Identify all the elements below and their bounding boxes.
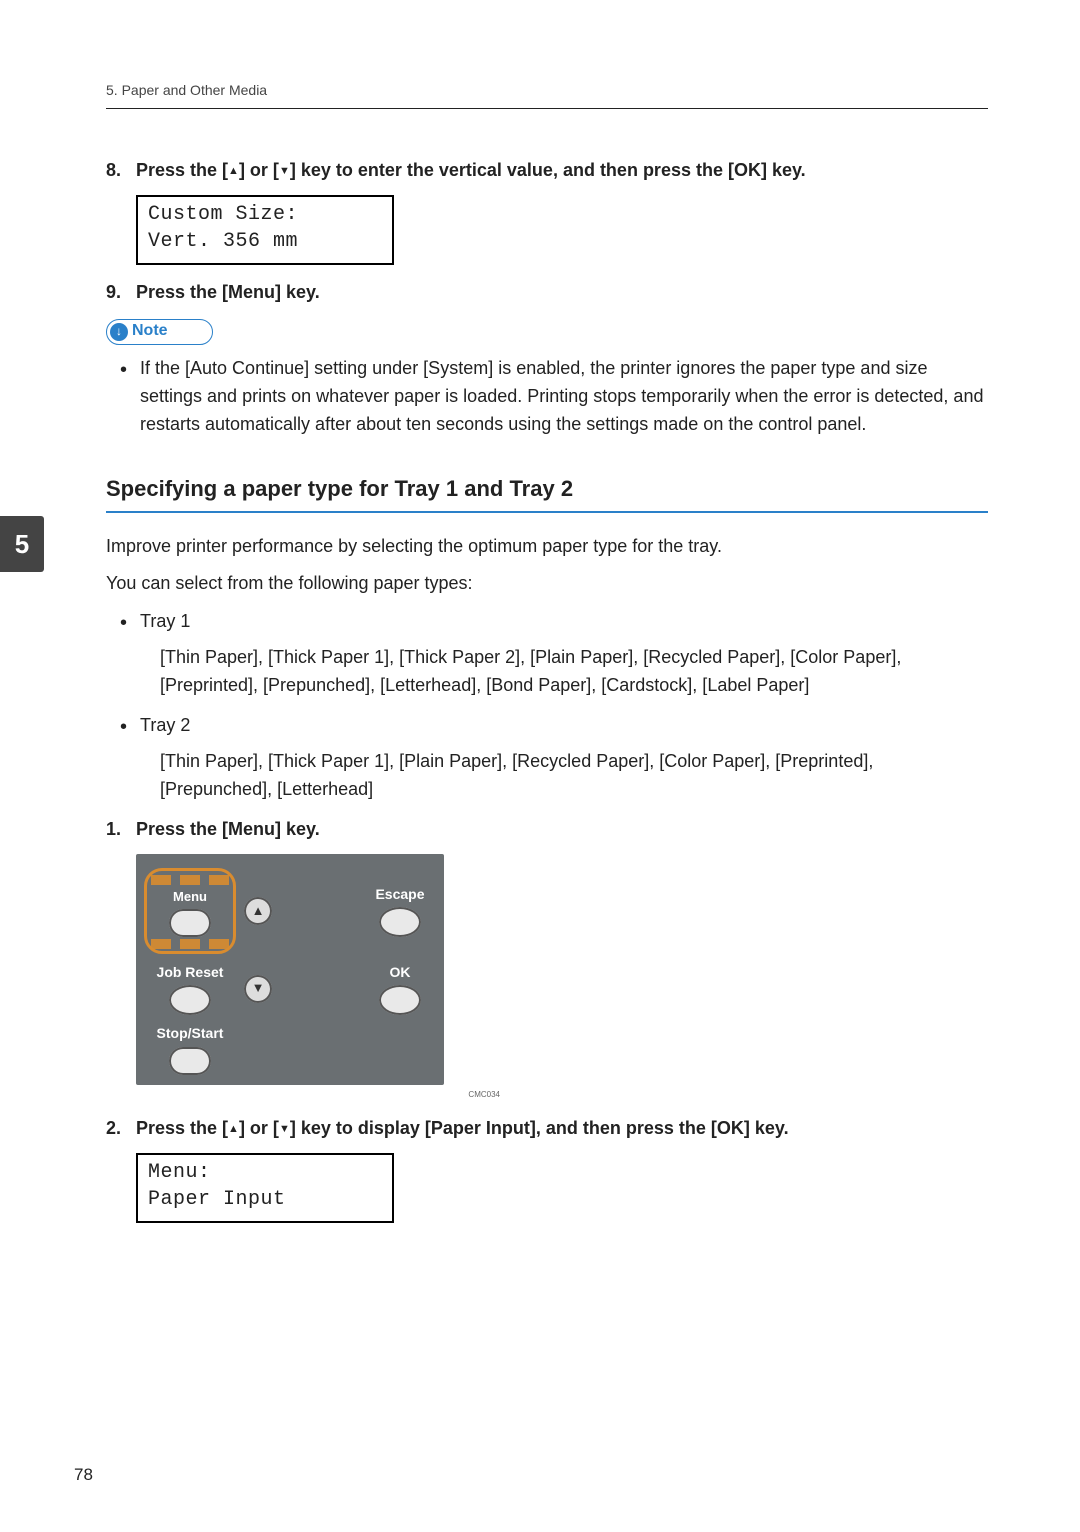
lcd-display: Menu: Paper Input	[136, 1153, 394, 1223]
menu-label: Menu	[173, 887, 207, 907]
menu-button-highlight: Menu	[144, 868, 236, 954]
step-2: 2. Press the [▲] or [▼] key to display […	[106, 1115, 988, 1143]
ok-button[interactable]	[379, 985, 421, 1015]
step-text: Press the [▲] or [▼] key to display [Pap…	[136, 1115, 988, 1143]
tray-list: Tray 1	[106, 608, 988, 636]
stopstart-button[interactable]	[169, 1047, 211, 1075]
t: ] or [	[239, 160, 279, 180]
lcd-line: Vert. 356 mm	[148, 228, 382, 255]
stopstart-group: Stop/Start	[144, 1023, 236, 1075]
lcd-line: Menu:	[148, 1159, 382, 1186]
t: ] key to enter the vertical value, and t…	[290, 160, 806, 180]
control-panel-figure: Menu ▲ Escape Job Reset ▼	[136, 854, 988, 1086]
lcd-line: Paper Input	[148, 1186, 382, 1213]
jobreset-label: Job Reset	[157, 962, 224, 984]
t: Press the [	[136, 160, 228, 180]
tray-name: Tray 1	[140, 611, 190, 631]
stopstart-label: Stop/Start	[157, 1023, 224, 1045]
jobreset-group: Job Reset	[144, 962, 236, 1016]
step-number: 2.	[106, 1115, 136, 1143]
step-1: 1. Press the [Menu] key.	[106, 816, 988, 844]
down-arrow-icon: ↓	[110, 323, 128, 341]
escape-group: Escape	[368, 884, 432, 938]
up-triangle-icon: ▲	[228, 165, 239, 177]
tray-name: Tray 2	[140, 715, 190, 735]
step-8: 8. Press the [▲] or [▼] key to enter the…	[106, 157, 988, 185]
t: ] key to display [Paper Input], and then…	[290, 1118, 789, 1138]
decorative-bars-icon	[151, 939, 229, 949]
down-triangle-icon: ▼	[279, 1123, 290, 1135]
t: Press the [	[136, 1118, 228, 1138]
tray1-types: [Thin Paper], [Thick Paper 1], [Thick Pa…	[106, 644, 988, 700]
step-9: 9. Press the [Menu] key.	[106, 279, 988, 307]
menu-button[interactable]	[169, 909, 211, 937]
escape-label: Escape	[368, 884, 432, 906]
ok-label: OK	[368, 962, 432, 984]
tray1-item: Tray 1	[140, 608, 988, 636]
note-bullet: If the [Auto Continue] setting under [Sy…	[140, 355, 988, 439]
lcd-line: Custom Size:	[148, 201, 382, 228]
up-arrow-button[interactable]: ▲	[244, 897, 272, 925]
tray2-types: [Thin Paper], [Thick Paper 1], [Plain Pa…	[106, 748, 988, 804]
intro-paragraph: Improve printer performance by selecting…	[106, 533, 988, 561]
section-rule	[106, 511, 988, 513]
intro-paragraph: You can select from the following paper …	[106, 570, 988, 598]
step-text: Press the [Menu] key.	[136, 816, 988, 844]
step-number: 1.	[106, 816, 136, 844]
tray-list: Tray 2	[106, 712, 988, 740]
control-panel: Menu ▲ Escape Job Reset ▼	[136, 854, 444, 1086]
up-triangle-icon: ▲	[228, 1123, 239, 1135]
page-number: 78	[74, 1462, 93, 1488]
step-text: Press the [▲] or [▼] key to enter the ve…	[136, 157, 988, 185]
down-arrow-button[interactable]: ▼	[244, 975, 272, 1003]
decorative-bars-icon	[151, 875, 229, 885]
step-number: 8.	[106, 157, 136, 185]
header-rule	[106, 108, 988, 109]
down-triangle-icon: ▼	[279, 165, 290, 177]
t: ] or [	[239, 1118, 279, 1138]
note-list: If the [Auto Continue] setting under [Sy…	[106, 355, 988, 439]
note-badge: ↓ Note	[106, 319, 213, 345]
jobreset-button[interactable]	[169, 985, 211, 1015]
running-header: 5. Paper and Other Media	[106, 80, 988, 102]
lcd-display: Custom Size: Vert. 356 mm	[136, 195, 394, 265]
figure-code: CMC034	[136, 1089, 500, 1101]
step-text: Press the [Menu] key.	[136, 279, 988, 307]
step-number: 9.	[106, 279, 136, 307]
tray2-item: Tray 2	[140, 712, 988, 740]
ok-group: OK	[368, 962, 432, 1016]
section-heading: Specifying a paper type for Tray 1 and T…	[106, 472, 988, 506]
note-label: Note	[132, 319, 168, 344]
escape-button[interactable]	[379, 907, 421, 937]
